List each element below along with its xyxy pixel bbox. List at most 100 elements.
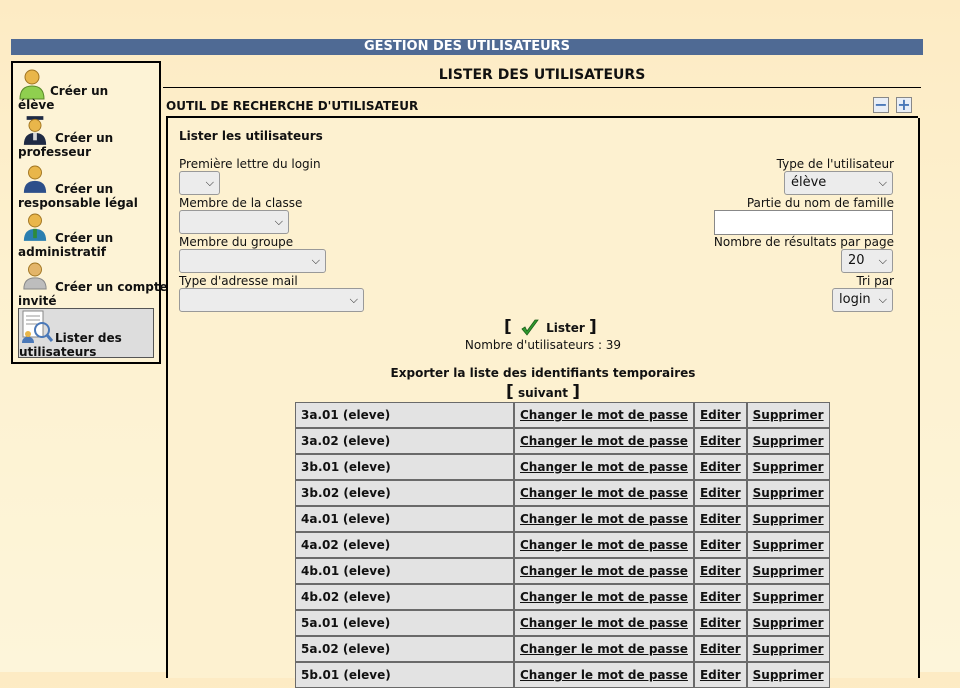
edit-link[interactable]: Editer xyxy=(700,668,741,682)
cell-delete: Supprimer xyxy=(746,584,830,610)
user-login: 3b.01 (eleve) xyxy=(295,454,514,480)
delete-link[interactable]: Supprimer xyxy=(753,434,824,448)
edit-link[interactable]: Editer xyxy=(700,434,741,448)
cell-change-password: Changer le mot de passe xyxy=(514,532,694,558)
sidebar-item-label: invité xyxy=(18,294,57,308)
sidebar-item-label: Créer un compte xyxy=(55,280,168,294)
results-per-page-select[interactable]: 20 ⌵ xyxy=(841,249,893,273)
list-users-icon xyxy=(22,310,54,343)
user-login: 3a.01 (eleve) xyxy=(295,402,514,428)
class-label: Membre de la classe xyxy=(179,196,303,210)
guest-icon xyxy=(23,262,47,290)
sidebar-item-list-users[interactable]: Lister des utilisateurs xyxy=(18,308,154,359)
user-login: 4a.02 (eleve) xyxy=(295,532,514,558)
sidebar-item-create-teacher[interactable]: Créer un professeur xyxy=(18,115,158,163)
lister-label: Lister xyxy=(546,321,585,335)
change-password-link[interactable]: Changer le mot de passe xyxy=(520,564,688,578)
bracket-close: ] xyxy=(572,382,580,402)
delete-link[interactable]: Supprimer xyxy=(753,590,824,604)
change-password-link[interactable]: Changer le mot de passe xyxy=(520,460,688,474)
delete-link[interactable]: Supprimer xyxy=(753,486,824,500)
delete-link[interactable]: Supprimer xyxy=(753,538,824,552)
edit-link[interactable]: Editer xyxy=(700,590,741,604)
sidebar-item-create-admin[interactable]: Créer un administratif xyxy=(18,211,158,259)
edit-link[interactable]: Editer xyxy=(700,564,741,578)
cell-edit: Editer xyxy=(693,636,747,662)
change-password-link[interactable]: Changer le mot de passe xyxy=(520,668,688,682)
edit-link[interactable]: Editer xyxy=(700,616,741,630)
sidebar-item-create-guest[interactable]: Créer un compte invité xyxy=(18,260,168,308)
sidebar-item-create-parent[interactable]: Créer un responsable légal xyxy=(18,163,158,211)
sort-select[interactable]: login ⌵ xyxy=(832,288,893,312)
edit-link[interactable]: Editer xyxy=(700,512,741,526)
search-panel: Lister les utilisateurs Première lettre … xyxy=(166,118,920,688)
users-table: 3a.01 (eleve) Changer le mot de passe Edit… xyxy=(295,402,830,688)
user-type-select[interactable]: élève ⌵ xyxy=(784,171,893,195)
change-password-link[interactable]: Changer le mot de passe xyxy=(520,512,688,526)
edit-link[interactable]: Editer xyxy=(700,486,741,500)
user-count: Nombre d'utilisateurs : 39 xyxy=(464,338,622,352)
cell-edit: Editer xyxy=(693,584,747,610)
cell-delete: Supprimer xyxy=(746,662,830,688)
delete-link[interactable]: Supprimer xyxy=(753,616,824,630)
sidebar-item-label: Créer un xyxy=(55,182,114,196)
cell-change-password: Changer le mot de passe xyxy=(514,558,694,584)
change-password-link[interactable]: Changer le mot de passe xyxy=(520,408,688,422)
group-select[interactable]: ⌵ xyxy=(179,249,326,273)
table-row: 3a.01 (eleve) Changer le mot de passe Edit… xyxy=(295,402,830,428)
delete-link[interactable]: Supprimer xyxy=(753,564,824,578)
cell-change-password: Changer le mot de passe xyxy=(514,610,694,636)
edit-link[interactable]: Editer xyxy=(700,460,741,474)
cell-change-password: Changer le mot de passe xyxy=(514,428,694,454)
edit-link[interactable]: Editer xyxy=(700,538,741,552)
table-row: 5a.02 (eleve) Changer le mot de passe Edit… xyxy=(295,636,830,662)
student-icon xyxy=(19,69,45,100)
delete-link[interactable]: Supprimer xyxy=(753,460,824,474)
delete-link[interactable]: Supprimer xyxy=(753,668,824,682)
edit-link[interactable]: Editer xyxy=(700,642,741,656)
sidebar-item-label: utilisateurs xyxy=(19,345,97,359)
cell-edit: Editer xyxy=(693,506,747,532)
name-part-input[interactable] xyxy=(714,210,893,235)
lister-button[interactable]: Lister xyxy=(516,319,589,336)
lister-control: [ Lister ] xyxy=(504,317,597,338)
sidebar-item-create-student[interactable]: Créer un élève xyxy=(18,69,158,115)
cell-delete: Supprimer xyxy=(746,558,830,584)
select-value: élève xyxy=(791,175,827,190)
user-login: 3b.02 (eleve) xyxy=(295,480,514,506)
delete-link[interactable]: Supprimer xyxy=(753,642,824,656)
next-page-link[interactable]: suivant xyxy=(518,386,568,400)
class-select[interactable]: ⌵ xyxy=(179,210,289,234)
cell-edit: Editer xyxy=(693,558,747,584)
cell-edit: Editer xyxy=(693,610,747,636)
change-password-link[interactable]: Changer le mot de passe xyxy=(520,616,688,630)
collapse-button[interactable]: − xyxy=(873,97,889,113)
delete-link[interactable]: Supprimer xyxy=(753,512,824,526)
panel-heading: Lister les utilisateurs xyxy=(179,129,323,143)
expand-button[interactable]: + xyxy=(896,97,912,113)
change-password-link[interactable]: Changer le mot de passe xyxy=(520,642,688,656)
mail-type-label: Type d'adresse mail xyxy=(179,274,298,288)
change-password-link[interactable]: Changer le mot de passe xyxy=(520,434,688,448)
sidebar: Créer un élève Créer un professeur Créer… xyxy=(11,61,168,364)
delete-link[interactable]: Supprimer xyxy=(753,408,824,422)
cell-change-password: Changer le mot de passe xyxy=(514,454,694,480)
checkmark-icon xyxy=(521,319,539,336)
change-password-link[interactable]: Changer le mot de passe xyxy=(520,486,688,500)
change-password-link[interactable]: Changer le mot de passe xyxy=(520,590,688,604)
user-login: 5a.02 (eleve) xyxy=(295,636,514,662)
edit-link[interactable]: Editer xyxy=(700,408,741,422)
search-tool-header: OUTIL DE RECHERCHE D'UTILISATEUR − + xyxy=(166,96,918,118)
cell-edit: Editer xyxy=(693,480,747,506)
user-login: 3a.02 (eleve) xyxy=(295,428,514,454)
table-row: 3a.02 (eleve) Changer le mot de passe Edit… xyxy=(295,428,830,454)
change-password-link[interactable]: Changer le mot de passe xyxy=(520,538,688,552)
export-temp-ids-link[interactable]: Exporter la liste des identifiants tempo… xyxy=(168,366,918,380)
cell-edit: Editer xyxy=(693,532,747,558)
cell-delete: Supprimer xyxy=(746,402,830,428)
mail-type-select[interactable]: ⌵ xyxy=(179,288,364,312)
user-login: 4b.01 (eleve) xyxy=(295,558,514,584)
sort-label: Tri par xyxy=(856,274,894,288)
first-letter-select[interactable]: ⌵ xyxy=(179,171,220,195)
cell-edit: Editer xyxy=(693,454,747,480)
